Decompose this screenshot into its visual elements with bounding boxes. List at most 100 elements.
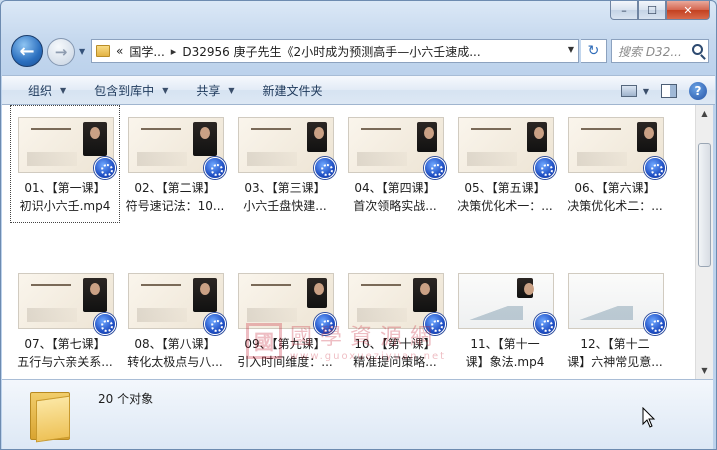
file-name-line1: 07、【第七课】 [24,337,106,351]
refresh-icon: ↻ [587,43,600,59]
explorer-window: – ☐ ✕ ← → ▼ « 国学... ▸ D32956 庚子先生《2小时成为预… [0,0,717,450]
file-name-line2: 首次领略实战... [353,199,437,213]
file-name-label: 09、【第九课】 引入时间维度：... [230,335,340,371]
file-name-line2: 小六壬盘快建... [243,199,327,213]
minimize-button[interactable]: – [610,1,638,20]
media-player-icon [94,157,116,179]
preview-pane-icon[interactable] [661,84,677,98]
file-name-label: 07、【第七课】 五行与六亲关系... [10,335,120,371]
file-item[interactable]: 04、【第四课】 首次领略实战... [340,105,450,223]
file-name-line2: 转化太极点与八... [127,355,223,369]
file-name-line1: 08、【第八课】 [134,337,216,351]
toolbar-right: ▼ ? [617,76,715,106]
file-name-label: 12、【第十二 课】六神常见意... [560,335,670,371]
file-item[interactable]: 10、【第十课】 精准提问策略... [340,261,450,379]
media-player-icon [314,157,336,179]
search-placeholder: 搜索 D32... [618,44,682,59]
file-name-line2: 决策优化术一：... [457,199,553,213]
file-name-line2: 决策优化术二：... [567,199,663,213]
breadcrumb-chevron-icon[interactable]: ▸ [171,45,177,58]
scroll-up-icon[interactable]: ▲ [696,105,713,122]
refresh-button[interactable]: ↻ [581,39,607,63]
file-name-line2: 课】象法.mp4 [465,355,545,369]
breadcrumb-overflow[interactable]: « [116,44,123,58]
file-item[interactable]: 11、【第十一 课】象法.mp4 [450,261,560,379]
mouse-pointer-icon [642,407,656,428]
file-name-label: 01、【第一课】 初识小六壬.mp4 [10,179,120,215]
back-button[interactable]: ← [11,35,43,67]
new-folder-button[interactable]: 新建文件夹 [249,77,337,103]
media-player-icon [204,157,226,179]
folder-large-icon [30,388,70,443]
file-item[interactable]: 01、【第一课】 初识小六壬.mp4 [10,105,120,223]
file-item[interactable]: 06、【第六课】 决策优化术二：... [560,105,670,223]
file-item[interactable]: 02、【第二课】 符号速记法：10... [120,105,230,223]
address-dropdown-icon[interactable]: ▼ [568,45,574,54]
file-name-line1: 01、【第一课】 [24,181,106,195]
chevron-down-icon: ▼ [228,85,235,95]
file-name-line1: 05、【第五课】 [464,181,546,195]
share-label: 共享 [196,83,221,98]
file-name-line2: 引入时间维度：... [237,355,333,369]
close-button[interactable]: ✕ [666,1,710,20]
chevron-down-icon: ▼ [162,85,169,95]
file-name-label: 02、【第二课】 符号速记法：10... [120,179,230,215]
file-name-label: 04、【第四课】 首次领略实战... [340,179,450,215]
scroll-down-icon[interactable]: ▼ [696,362,713,379]
file-item[interactable]: 12、【第十二 课】六神常见意... [560,261,670,379]
scrollbar-thumb[interactable] [698,143,711,267]
change-view-icon[interactable] [620,85,637,97]
include-in-library-button[interactable]: 包含到库中 ▼ [80,77,182,103]
vertical-scrollbar[interactable]: ▲ ▼ [695,105,713,379]
file-item[interactable]: 08、【第八课】 转化太极点与八... [120,261,230,379]
file-name-line1: 04、【第四课】 [354,181,436,195]
caption-buttons: – ☐ ✕ [610,1,710,20]
address-bar[interactable]: « 国学... ▸ D32956 庚子先生《2小时成为预测高手—小六壬速成...… [91,39,579,63]
file-name-line1: 11、【第十一 [470,337,540,351]
details-pane: 20 个对象 [2,379,713,449]
file-name-label: 05、【第五课】 决策优化术一：... [450,179,560,215]
file-name-line1: 10、【第十课】 [354,337,436,351]
media-player-icon [644,157,666,179]
maximize-button[interactable]: ☐ [638,1,666,20]
file-name-line2: 课】六神常见意... [567,355,663,369]
file-name-line2: 五行与六亲关系... [17,355,113,369]
recent-pages-dropdown[interactable]: ▼ [79,47,85,56]
file-name-line2: 精准提问策略... [353,355,437,369]
media-player-icon [204,313,226,335]
file-name-line1: 12、【第十二 [580,337,650,351]
file-item[interactable]: 09、【第九课】 引入时间维度：... [230,261,340,379]
search-icon[interactable] [692,44,703,55]
view-options-dropdown[interactable]: ▼ [643,87,649,96]
file-name-line2: 初识小六壬.mp4 [19,199,111,213]
breadcrumb-item-parent[interactable]: 国学... [129,43,164,60]
organize-label: 组织 [28,83,53,98]
item-count: 20 个对象 [98,392,154,406]
search-input[interactable]: 搜索 D32... [611,39,709,63]
address-row: ← → ▼ « 国学... ▸ D32956 庚子先生《2小时成为预测高手—小六… [9,33,709,69]
file-list-pane[interactable]: 01、【第一课】 初识小六壬.mp4 02、【第二课】 符号速记法：10... 03、【… [2,105,695,379]
media-player-icon [644,313,666,335]
file-item[interactable]: 03、【第三课】 小六壬盘快建... [230,105,340,223]
forward-button[interactable]: → [47,38,75,66]
folder-icon [96,45,110,57]
organize-button[interactable]: 组织 ▼ [2,77,80,103]
media-player-icon [314,313,336,335]
file-name-line1: 02、【第二课】 [134,181,216,195]
file-name-label: 10、【第十课】 精准提问策略... [340,335,450,371]
file-name-line1: 09、【第九课】 [244,337,326,351]
file-name-line1: 06、【第六课】 [574,181,656,195]
command-bar: 组织 ▼ 包含到库中 ▼ 共享 ▼ 新建文件夹 ▼ ? [2,75,715,105]
file-name-line2: 符号速记法：10... [125,199,225,213]
file-item[interactable]: 07、【第七课】 五行与六亲关系... [10,261,120,379]
new-folder-label: 新建文件夹 [262,83,323,98]
file-name-label: 03、【第三课】 小六壬盘快建... [230,179,340,215]
file-name-label: 08、【第八课】 转化太极点与八... [120,335,230,371]
media-player-icon [94,313,116,335]
media-player-icon [534,313,556,335]
help-icon[interactable]: ? [689,82,707,100]
share-button[interactable]: 共享 ▼ [182,77,248,103]
media-player-icon [424,313,446,335]
file-item[interactable]: 05、【第五课】 决策优化术一：... [450,105,560,223]
breadcrumb-item-current[interactable]: D32956 庚子先生《2小时成为预测高手—小六壬速成... [182,43,480,60]
